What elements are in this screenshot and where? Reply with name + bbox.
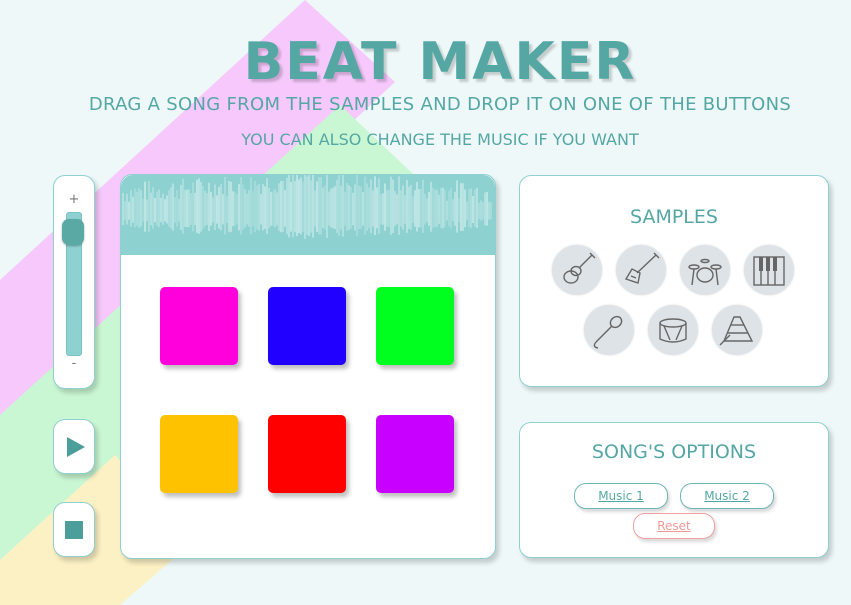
microphone-icon[interactable] [584,305,634,355]
piano-icon[interactable] [744,245,794,295]
acoustic-guitar-icon[interactable] [552,245,602,295]
page-title: BEAT MAKER [243,32,637,92]
pad-button[interactable] [376,287,454,365]
electric-guitar-icon[interactable] [616,245,666,295]
music-1-button[interactable]: Music 1 [574,483,668,509]
waveform-display [121,175,495,255]
stop-button[interactable] [53,502,95,557]
bass-drum-icon[interactable] [648,305,698,355]
samples-title: SAMPLES [630,206,718,228]
xylophone-icon[interactable] [712,305,762,355]
samples-panel: SAMPLES [519,175,829,387]
song-options-panel: SONG'S OPTIONS Music 1 Music 2 Reset [519,422,829,558]
volume-minus-label: - [71,356,77,371]
stop-icon [65,521,83,539]
page-hint: YOU CAN ALSO CHANGE THE MUSIC IF YOU WAN… [241,130,639,149]
page-subtitle: DRAG A SONG FROM THE SAMPLES AND DROP IT… [88,94,792,115]
reset-button[interactable]: Reset [633,513,715,539]
pad-button[interactable] [268,415,346,493]
options-title: SONG'S OPTIONS [591,441,757,463]
pad-button[interactable] [160,287,238,365]
play-icon [67,437,85,457]
music-2-button[interactable]: Music 2 [680,483,774,509]
play-button[interactable] [53,419,95,474]
beat-machine [120,174,496,559]
pad-button[interactable] [268,287,346,365]
pad-button[interactable] [376,415,454,493]
pad-button[interactable] [160,415,238,493]
volume-slider[interactable]: + - [53,175,95,389]
drum-kit-icon[interactable] [680,245,730,295]
volume-thumb[interactable] [62,219,84,245]
volume-plus-label: + [68,192,80,207]
